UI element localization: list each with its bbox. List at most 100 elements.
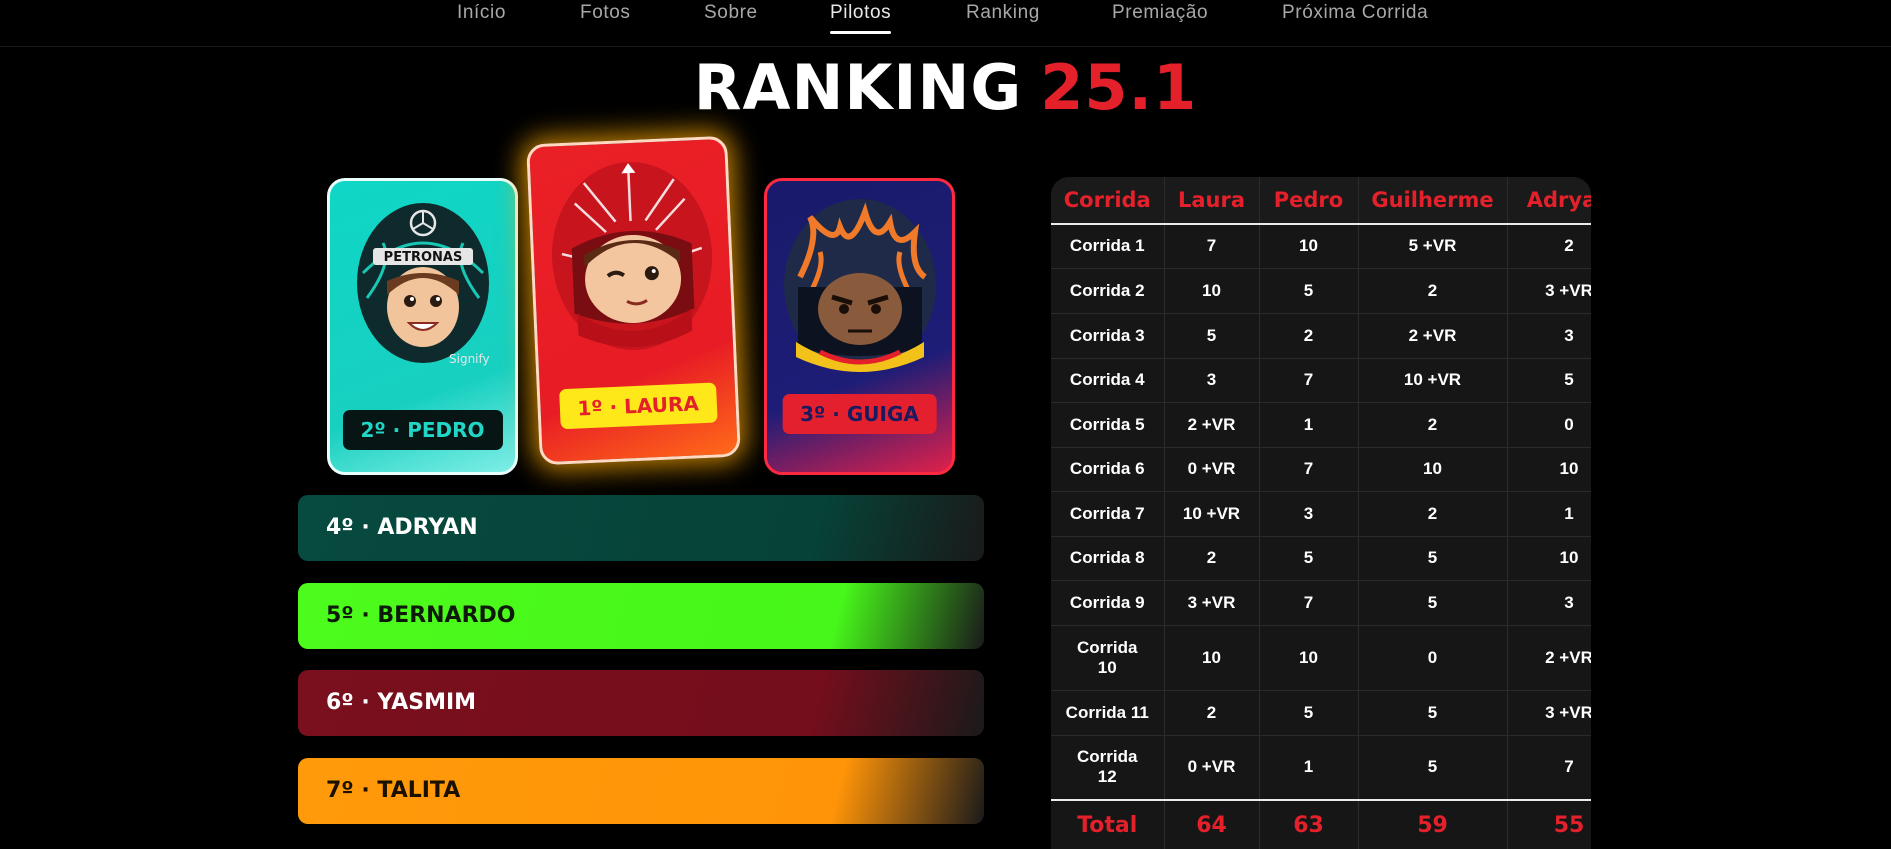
- nav-link-fotos[interactable]: Fotos: [580, 2, 631, 24]
- red-helmet-avatar-icon: [551, 162, 712, 351]
- page-title: RANKING 25.1: [0, 52, 1891, 124]
- score-cell: 1: [1259, 402, 1359, 448]
- table-row: Corrida 3 5 2 2 +VR 3: [1051, 313, 1591, 359]
- table-row: Corrida 10 10 10 0 2 +VR: [1051, 625, 1591, 691]
- table-row: Corrida 8 2 5 5 10: [1051, 536, 1591, 581]
- score-cell: 3: [1164, 358, 1260, 403]
- podium-card-third[interactable]: 3º · GUIGA: [764, 178, 955, 475]
- score-cell: 10: [1358, 447, 1508, 492]
- score-cell: 1: [1259, 735, 1359, 801]
- race-cell: Corrida 2: [1051, 268, 1165, 314]
- rank-bar-7[interactable]: 7º · TALITA: [298, 758, 984, 824]
- svg-text:PETRONAS: PETRONAS: [383, 250, 462, 265]
- score-cell: 7: [1164, 224, 1260, 269]
- table-row: Corrida 1 7 10 5 +VR 2: [1051, 224, 1591, 269]
- podium-card-second[interactable]: PETRONAS Signify 2º · PEDRO: [327, 178, 518, 475]
- table-row: Corrida 9 3 +VR 7 5 3: [1051, 580, 1591, 626]
- nav-link-inicio[interactable]: Início: [457, 2, 506, 24]
- score-cell: 10: [1164, 268, 1260, 314]
- score-cell: 10 +VR: [1358, 358, 1508, 403]
- race-cell: Corrida 3: [1051, 313, 1165, 359]
- podium-label-first: 1º · LAURA: [558, 382, 718, 430]
- score-cell: 7: [1259, 358, 1359, 403]
- score-cell: 5: [1259, 536, 1359, 581]
- score-cell: 5: [1358, 735, 1508, 801]
- score-cell: 5: [1507, 358, 1591, 403]
- nav-link-proxima-corrida[interactable]: Próxima Corrida: [1282, 2, 1428, 24]
- race-cell: Corrida 12: [1051, 735, 1165, 801]
- page-title-main: RANKING: [693, 51, 1023, 124]
- score-cell: 7: [1259, 580, 1359, 626]
- score-cell: 5: [1259, 268, 1359, 314]
- score-cell: 2: [1164, 690, 1260, 736]
- score-cell: 0: [1507, 402, 1591, 448]
- score-cell: 10: [1507, 447, 1591, 492]
- table-row: Corrida 5 2 +VR 1 2 0: [1051, 402, 1591, 448]
- nav-link-sobre[interactable]: Sobre: [704, 2, 758, 24]
- race-cell: Corrida 11: [1051, 690, 1165, 736]
- total-label: Total: [1051, 799, 1165, 849]
- score-cell: 7: [1507, 735, 1591, 801]
- table-row: Corrida 2 10 5 2 3 +VR: [1051, 268, 1591, 314]
- navy-flame-helmet-avatar-icon: [783, 199, 936, 372]
- race-cell: Corrida 5: [1051, 402, 1165, 448]
- race-cell: Corrida 8: [1051, 536, 1165, 581]
- score-cell: 10 +VR: [1164, 491, 1260, 537]
- race-cell: Corrida 9: [1051, 580, 1165, 626]
- score-cell: 3: [1507, 580, 1591, 626]
- score-cell: 2: [1358, 402, 1508, 448]
- race-cell: Corrida 10: [1051, 625, 1165, 691]
- score-cell: 2 +VR: [1164, 402, 1260, 448]
- svg-text:Signify: Signify: [449, 352, 490, 366]
- race-cell: Corrida 4: [1051, 358, 1165, 403]
- score-cell: 5 +VR: [1358, 224, 1508, 269]
- rank-bar-4[interactable]: 4º · ADRYAN: [298, 495, 984, 561]
- score-cell: 2: [1358, 491, 1508, 537]
- total-score-laura: 64: [1164, 799, 1260, 849]
- score-cell: 10: [1259, 224, 1359, 269]
- table-header-row: Corrida Laura Pedro Guilherme Adryan: [1051, 177, 1591, 225]
- score-cell: 0: [1358, 625, 1508, 691]
- score-cell: 1: [1507, 491, 1591, 537]
- score-cell: 3 +VR: [1507, 690, 1591, 736]
- ranking-table-container[interactable]: Corrida Laura Pedro Guilherme Adryan Cor…: [1051, 177, 1591, 849]
- score-cell: 5: [1358, 580, 1508, 626]
- score-cell: 3 +VR: [1507, 268, 1591, 314]
- column-header-adryan: Adryan: [1507, 177, 1591, 225]
- mercedes-helmet-avatar-icon: PETRONAS Signify: [356, 203, 490, 366]
- column-header-corrida: Corrida: [1051, 177, 1165, 225]
- total-score-pedro: 63: [1259, 799, 1359, 849]
- nav-link-premiacao[interactable]: Premiação: [1112, 2, 1208, 24]
- score-cell: 7: [1259, 447, 1359, 492]
- rank-bar-6[interactable]: 6º · YASMIM: [298, 670, 984, 736]
- table-row: Corrida 7 10 +VR 3 2 1: [1051, 491, 1591, 537]
- column-header-guilherme: Guilherme: [1358, 177, 1508, 225]
- score-cell: 10: [1259, 625, 1359, 691]
- score-cell: 2: [1164, 536, 1260, 581]
- score-cell: 5: [1164, 313, 1260, 359]
- table-row: Corrida 6 0 +VR 7 10 10: [1051, 447, 1591, 492]
- active-nav-indicator: [830, 31, 892, 34]
- score-cell: 5: [1358, 536, 1508, 581]
- podium-card-first[interactable]: 1º · LAURA: [526, 135, 741, 466]
- total-row: Total 64 63 59 55: [1051, 799, 1591, 849]
- nav-link-pilotos-label: Pilotos: [830, 2, 892, 23]
- race-cell: Corrida 6: [1051, 447, 1165, 492]
- total-score-guilherme: 59: [1358, 799, 1508, 849]
- rank-bar-5[interactable]: 5º · BERNARDO: [298, 583, 984, 649]
- podium-label-second: 2º · PEDRO: [342, 410, 503, 450]
- ranking-table: Corrida Laura Pedro Guilherme Adryan Cor…: [1051, 177, 1591, 849]
- score-cell: 3: [1507, 313, 1591, 359]
- score-cell: 5: [1358, 690, 1508, 736]
- score-cell: 5: [1259, 690, 1359, 736]
- score-cell: 2: [1507, 224, 1591, 269]
- score-cell: 0 +VR: [1164, 735, 1260, 801]
- nav-link-pilotos[interactable]: Pilotos: [830, 2, 892, 34]
- total-score-adryan: 55: [1507, 799, 1591, 849]
- podium-label-third: 3º · GUIGA: [782, 394, 937, 434]
- nav-link-ranking[interactable]: Ranking: [966, 2, 1040, 24]
- score-cell: 2: [1358, 268, 1508, 314]
- race-cell: Corrida 7: [1051, 491, 1165, 537]
- score-cell: 2 +VR: [1507, 625, 1591, 691]
- score-cell: 2 +VR: [1358, 313, 1508, 359]
